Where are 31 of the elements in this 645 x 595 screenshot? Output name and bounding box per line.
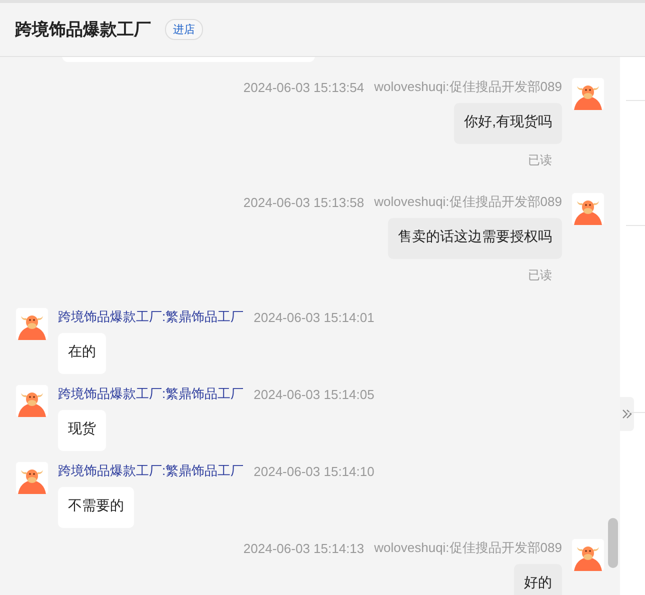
message-time: 2024-06-03 15:14:05 [254,386,374,402]
bull-avatar-icon [572,78,604,110]
message-time: 2024-06-03 15:14:10 [254,464,374,478]
enter-store-button[interactable]: 进店 [165,19,203,40]
message-bubble: 售卖的话这边需要授权吗 [388,218,562,259]
scrollbar-thumb[interactable] [608,518,618,568]
message-time: 2024-06-03 15:14:13 [243,540,364,556]
expand-button[interactable] [620,397,634,431]
bull-avatar-icon [16,385,48,417]
message-time: 2024-06-03 15:13:58 [243,194,364,210]
shop-title: 跨境饰品爆款工厂 [15,19,151,41]
message-time: 2024-06-03 15:14:01 [254,310,374,324]
message-bubble: 在的 [58,333,106,374]
sender-name: woloveshuqi:促佳搜品开发部089 [374,78,562,96]
message-bubble: 现货 [58,410,106,451]
sender-name: woloveshuqi:促佳搜品开发部089 [374,539,562,557]
bull-avatar-icon [16,462,48,494]
sender-name: 跨境饰品爆款工厂:繁鼎饰品工厂 [58,462,244,480]
read-status: 已读 [528,267,553,284]
message-bubble: 好的 [514,564,562,595]
message-bubble: 你好,有现货吗 [454,103,562,144]
message-bubble: 不需要的 [58,487,134,528]
sender-name: 跨境饰品爆款工厂:繁鼎饰品工厂 [58,308,244,326]
sender-name: 跨境饰品爆款工厂:繁鼎饰品工厂 [58,385,244,403]
bull-avatar-icon [572,193,604,225]
read-status: 已读 [528,152,553,169]
sender-name: woloveshuqi:促佳搜品开发部089 [374,193,562,211]
bull-avatar-icon [16,308,48,340]
bull-avatar-icon [572,539,604,571]
double-chevron-icon [622,409,632,419]
message-time: 2024-06-03 15:13:54 [243,80,364,94]
